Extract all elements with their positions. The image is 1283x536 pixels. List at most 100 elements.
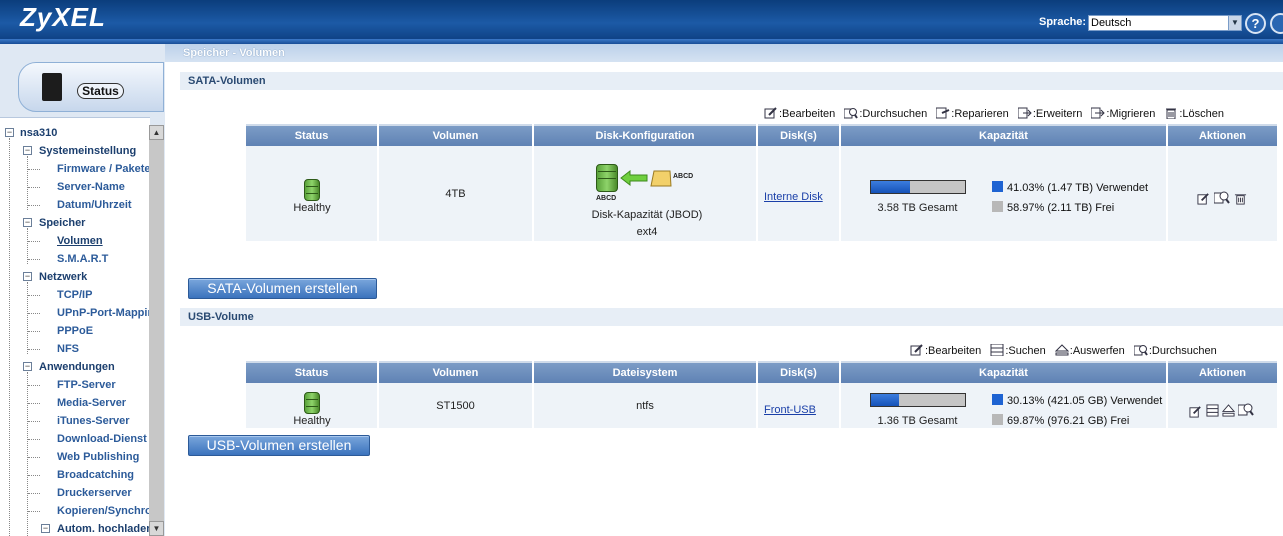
tree-line bbox=[28, 385, 40, 386]
trash-icon[interactable] bbox=[1234, 192, 1247, 205]
legend-delete-label: :Löschen bbox=[1179, 108, 1225, 120]
usb-used-text: 30.13% (421.05 GB) Verwendet bbox=[1007, 395, 1163, 407]
disk-label-b: ABCD bbox=[673, 173, 694, 180]
tree-line bbox=[28, 169, 40, 170]
tree-item-servername[interactable]: Server-Name bbox=[57, 181, 149, 193]
legend-eject: :Auswerfen bbox=[1054, 344, 1125, 357]
tree-item-broadcast[interactable]: Broadcatching bbox=[57, 469, 149, 481]
used-swatch bbox=[992, 394, 1003, 405]
legend-search-label: :Durchsuchen bbox=[859, 108, 928, 120]
usb-legend-toolbar: :Bearbeiten :Suchen :Auswerfen :Durchsuc… bbox=[904, 344, 1217, 357]
search-icon[interactable] bbox=[1214, 190, 1230, 205]
tree-item-autom[interactable]: Autom. hochladen bbox=[57, 523, 149, 535]
collapse-icon[interactable]: − bbox=[5, 128, 14, 137]
collapse-icon[interactable]: − bbox=[23, 362, 32, 371]
tree-item-download[interactable]: Download-Dienst bbox=[57, 433, 149, 445]
tree-item-pppoe[interactable]: PPPoE bbox=[57, 325, 149, 337]
sata-total-text: 3.58 TB Gesamt bbox=[877, 202, 958, 214]
search-icon bbox=[1133, 345, 1148, 356]
language-select-value: Deutsch bbox=[1091, 17, 1132, 29]
edit-icon bbox=[764, 107, 777, 119]
free-swatch bbox=[992, 201, 1003, 212]
legend-migrate: :Migrieren bbox=[1091, 107, 1155, 120]
tree-item-webpub[interactable]: Web Publishing bbox=[57, 451, 149, 463]
tree-item-datum[interactable]: Datum/Uhrzeit bbox=[57, 199, 149, 211]
zyxel-logo: ZyXEL bbox=[20, 2, 106, 32]
col-status: Status bbox=[246, 124, 377, 146]
help-icon[interactable]: ? bbox=[1245, 13, 1266, 34]
sata-free-text: 58.97% (2.11 TB) Frei bbox=[1007, 202, 1115, 214]
volume-cell: ST1500 bbox=[379, 383, 532, 428]
collapse-icon[interactable]: − bbox=[41, 524, 50, 533]
sata-disk-link[interactable]: Interne Disk bbox=[764, 191, 823, 203]
edit-icon bbox=[910, 344, 923, 356]
search-icon[interactable] bbox=[1238, 402, 1254, 417]
legend-browse-label: :Durchsuchen bbox=[1148, 345, 1217, 357]
tree-line bbox=[28, 421, 40, 422]
collapse-icon[interactable]: − bbox=[23, 146, 32, 155]
tree-line bbox=[28, 259, 40, 260]
tree-line bbox=[27, 156, 28, 210]
tree-item-tcpip[interactable]: TCP/IP bbox=[57, 289, 149, 301]
tree-item-smart[interactable]: S.M.A.R.T bbox=[57, 253, 149, 265]
tree-line bbox=[28, 205, 40, 206]
tree-item-upnp[interactable]: UPnP-Port-Mapping bbox=[57, 307, 149, 319]
tree-item-anwendungen[interactable]: Anwendungen bbox=[39, 361, 149, 373]
create-sata-volume-button[interactable]: SATA-Volumen erstellen bbox=[188, 278, 377, 299]
tree-item-nsa310[interactable]: nsa310 bbox=[20, 127, 148, 139]
language-select[interactable]: Deutsch ▼ bbox=[1088, 15, 1242, 31]
tree-item-volumen[interactable]: Volumen bbox=[57, 235, 149, 247]
logout-icon[interactable] bbox=[1270, 13, 1283, 34]
collapse-icon[interactable]: − bbox=[23, 272, 32, 281]
tree-item-netzwerk[interactable]: Netzwerk bbox=[39, 271, 149, 283]
tree-line bbox=[28, 493, 40, 494]
tree-item-systemeinstellung[interactable]: Systemeinstellung bbox=[39, 145, 149, 157]
usb-free-text: 69.87% (976.21 GB) Frei bbox=[1007, 415, 1130, 427]
collapse-icon[interactable]: − bbox=[23, 218, 32, 227]
legend-edit: :Bearbeiten bbox=[910, 344, 981, 357]
col-status: Status bbox=[246, 361, 377, 383]
legend-repair: :Reparieren bbox=[936, 107, 1009, 120]
legend-search: :Durchsuchen bbox=[844, 107, 927, 120]
legend-eject-label: :Auswerfen bbox=[1069, 345, 1125, 357]
list-icon[interactable] bbox=[1206, 404, 1219, 417]
tree-item-ftp[interactable]: FTP-Server bbox=[57, 379, 149, 391]
edit-icon[interactable] bbox=[1189, 405, 1202, 418]
nas-device-icon bbox=[42, 73, 62, 101]
sata-fs-text: ext4 bbox=[636, 226, 658, 238]
usb-disk-link[interactable]: Front-USB bbox=[764, 404, 816, 416]
breadcrumb: Speicher - Volumen bbox=[165, 44, 1283, 62]
legend-edit-label: :Bearbeiten bbox=[779, 108, 836, 120]
tree-item-firmware[interactable]: Firmware / Pakete bbox=[57, 163, 149, 175]
create-usb-volume-button[interactable]: USB-Volumen erstellen bbox=[188, 435, 370, 456]
trash-icon bbox=[1166, 108, 1177, 119]
tree-item-speicher[interactable]: Speicher bbox=[39, 217, 149, 229]
sidebar-scrollbar[interactable] bbox=[149, 125, 164, 536]
tree-item-itunes[interactable]: iTunes-Server bbox=[57, 415, 149, 427]
edit-icon[interactable] bbox=[1197, 192, 1210, 205]
col-actions: Aktionen bbox=[1168, 124, 1277, 146]
scroll-down-icon[interactable]: ▼ bbox=[149, 521, 164, 536]
tree-item-kopieren[interactable]: Kopieren/Synchronisieren bbox=[57, 505, 149, 517]
legend-expand-label: :Erweitern bbox=[1032, 108, 1083, 120]
eject-icon[interactable] bbox=[1222, 404, 1235, 417]
col-capacity: Kapazität bbox=[841, 361, 1166, 383]
jbod-disk-icon bbox=[596, 164, 618, 192]
tree-item-media[interactable]: Media-Server bbox=[57, 397, 149, 409]
legend-repair-label: :Reparieren bbox=[951, 108, 1009, 120]
usb-status-text: Healthy bbox=[293, 415, 331, 427]
language-label: Sprache: bbox=[1039, 16, 1087, 28]
tree-line bbox=[28, 349, 40, 350]
chevron-down-icon[interactable]: ▼ bbox=[1228, 16, 1241, 30]
status-tab-label[interactable]: Status bbox=[77, 83, 124, 99]
scroll-up-icon[interactable]: ▲ bbox=[149, 125, 164, 140]
tree-item-nfs[interactable]: NFS bbox=[57, 343, 149, 355]
hard-disk-icon bbox=[650, 170, 672, 187]
tree-item-drucker[interactable]: Druckerserver bbox=[57, 487, 149, 499]
repair-icon bbox=[936, 107, 950, 119]
expand-icon bbox=[1017, 107, 1032, 119]
col-disks: Disk(s) bbox=[758, 124, 839, 146]
usb-free-legend: 69.87% (976.21 GB) Frei bbox=[992, 414, 1129, 427]
legend-search: :Suchen bbox=[990, 344, 1046, 357]
legend-migrate-label: :Migrieren bbox=[1106, 108, 1156, 120]
